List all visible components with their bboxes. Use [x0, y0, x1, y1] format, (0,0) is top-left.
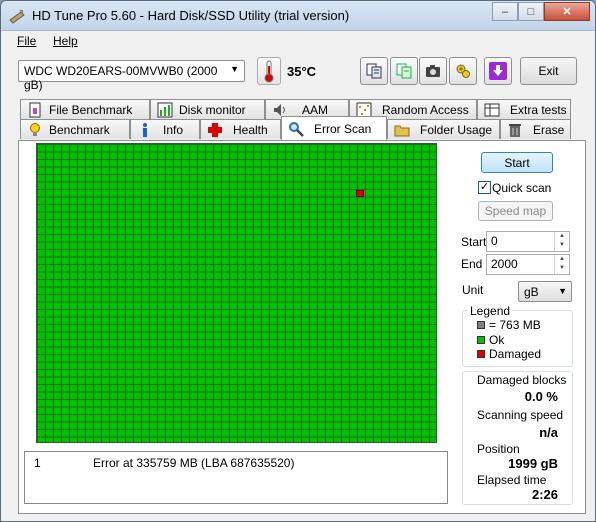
- legend-block-swatch: [477, 321, 485, 329]
- tab-error-scan[interactable]: Error Scan: [281, 116, 387, 140]
- save-button[interactable]: [484, 57, 512, 85]
- copy-text-button[interactable]: [360, 57, 388, 85]
- copy-info-button[interactable]: [390, 57, 418, 85]
- tab-erase-label: Erase: [533, 122, 565, 137]
- legend-title: Legend: [468, 304, 513, 318]
- quick-scan-label: Quick scan: [492, 181, 552, 195]
- start-field-label: Start: [461, 235, 487, 249]
- app-window: HD Tune Pro 5.60 - Hard Disk/SSD Utility…: [0, 0, 596, 522]
- tab-info-label: Info: [163, 122, 184, 137]
- start-button[interactable]: Start: [481, 152, 553, 173]
- legend-damaged-swatch: [477, 350, 485, 358]
- tab-folder-usage-label: Folder Usage: [420, 122, 493, 137]
- unit-label: Unit: [462, 283, 484, 297]
- damaged-blocks-label: Damaged blocks: [477, 373, 567, 387]
- start-input-value: 0: [491, 234, 498, 248]
- title-bar[interactable]: HD Tune Pro 5.60 - Hard Disk/SSD Utility…: [1, 1, 595, 31]
- tab-file-benchmark-label: File Benchmark: [49, 102, 133, 117]
- tab-benchmark-label: Benchmark: [49, 122, 110, 137]
- spin-arrows-icon[interactable]: ▲ ▼: [554, 232, 569, 251]
- window-title: HD Tune Pro 5.60 - Hard Disk/SSD Utility…: [32, 8, 350, 23]
- close-button[interactable]: ✕: [544, 2, 590, 21]
- app-logo-icon: [9, 10, 25, 24]
- chevron-down-icon: ▼: [558, 286, 567, 296]
- start-input[interactable]: 0 ▲ ▼: [486, 231, 570, 252]
- folder-icon: [394, 125, 410, 136]
- end-field-label: End: [461, 257, 483, 271]
- thermometer-icon[interactable]: [257, 57, 281, 85]
- elapsed-time-label: Elapsed time: [477, 473, 547, 487]
- quick-scan-checkbox[interactable]: ✓: [478, 181, 491, 194]
- tab-health[interactable]: Health: [200, 119, 281, 139]
- menu-bar: File Help: [1, 31, 595, 53]
- log-entry-index: 1: [34, 456, 41, 470]
- tab-disk-monitor-label: Disk monitor: [179, 102, 246, 117]
- copy-icon: [366, 63, 382, 79]
- file-benchmark-icon: [29, 102, 41, 117]
- damaged-blocks-value: 0.0 %: [524, 389, 558, 404]
- tab-random-access-label: Random Access: [382, 102, 469, 117]
- position-value: 1999 gB: [508, 456, 558, 471]
- menu-help-label: Help: [53, 34, 78, 48]
- camera-icon: [426, 65, 440, 77]
- maximize-button[interactable]: □: [518, 2, 544, 21]
- legend-block-size: = 763 MB: [489, 318, 541, 332]
- drive-select[interactable]: WDC WD20EARS-00MVWB0 (2000 gB) ▼: [18, 60, 245, 92]
- save-icon: [489, 62, 507, 80]
- damaged-block-marker: [356, 190, 364, 197]
- options-icon: [456, 64, 470, 78]
- position-label: Position: [477, 442, 520, 456]
- elapsed-time-value: 2:26: [531, 487, 558, 502]
- tab-benchmark[interactable]: Benchmark: [20, 119, 130, 139]
- unit-select-value: gB: [524, 285, 539, 299]
- tab-extra-tests[interactable]: Extra tests: [477, 99, 571, 119]
- end-input[interactable]: 2000 ▲ ▼: [486, 254, 570, 275]
- options-button[interactable]: [449, 57, 477, 85]
- tab-folder-usage[interactable]: Folder Usage: [387, 119, 500, 139]
- lightbulb-icon: [30, 122, 40, 136]
- legend-ok-swatch: [477, 336, 485, 344]
- disk-monitor-icon: [157, 102, 173, 117]
- drive-select-value: WDC WD20EARS-00MVWB0 (2000 gB): [24, 64, 218, 92]
- tab-aam-label: AAM: [302, 102, 329, 117]
- error-scan-block-map: [36, 143, 437, 443]
- toolbar: WDC WD20EARS-00MVWB0 (2000 gB) ▼ 35°C Ex…: [1, 53, 595, 92]
- log-entry-message: Error at 335759 MB (LBA 687635520): [93, 456, 295, 470]
- screenshot-button[interactable]: [419, 57, 447, 85]
- legend-ok-label: Ok: [489, 333, 505, 347]
- tab-file-benchmark[interactable]: File Benchmark: [20, 99, 150, 119]
- menu-file[interactable]: File: [17, 34, 36, 48]
- tab-error-scan-label: Error Scan: [314, 121, 372, 136]
- window-controls: – □ ✕: [492, 2, 590, 21]
- scanning-speed-value: n/a: [539, 425, 558, 440]
- spin-arrows-icon[interactable]: ▲ ▼: [554, 255, 569, 274]
- scanning-speed-label: Scanning speed: [477, 408, 564, 422]
- tab-health-label: Health: [233, 122, 268, 137]
- chevron-down-icon: ▼: [230, 64, 239, 74]
- tab-info[interactable]: Info: [130, 119, 200, 139]
- exit-button[interactable]: Exit: [520, 57, 577, 85]
- legend-damaged-label: Damaged: [489, 347, 542, 361]
- magnifier-icon: [289, 121, 304, 137]
- extra-tests-icon: [484, 103, 500, 116]
- health-cross-icon: [208, 122, 222, 137]
- copy-info-icon: [396, 63, 412, 79]
- tab-extra-tests-label: Extra tests: [510, 102, 567, 117]
- temperature-readout: 35°C: [287, 64, 317, 79]
- minimize-button[interactable]: –: [492, 2, 518, 21]
- info-icon: [143, 122, 147, 137]
- trash-icon: [509, 123, 521, 137]
- tab-disk-monitor[interactable]: Disk monitor: [150, 99, 265, 119]
- error-log-list[interactable]: 1 Error at 335759 MB (LBA 687635520): [24, 451, 448, 504]
- tab-erase[interactable]: Erase: [500, 119, 571, 139]
- menu-file-label: File: [17, 34, 37, 48]
- end-input-value: 2000: [491, 257, 518, 271]
- menu-help[interactable]: Help: [53, 34, 78, 48]
- speed-map-button[interactable]: Speed map: [478, 201, 553, 221]
- unit-select[interactable]: gB ▼: [518, 281, 572, 302]
